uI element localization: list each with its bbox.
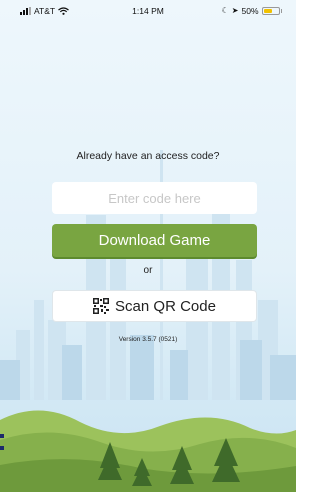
version-text: Version 3.5.7 (0521) (118, 336, 178, 343)
download-game-button[interactable]: Download Game (52, 224, 257, 257)
scan-qr-code-label: Scan QR Code (115, 297, 216, 315)
access-code-prompt: Already have an access code? (76, 150, 220, 162)
location-icon: ➤ (231, 6, 239, 15)
battery-icon (261, 7, 280, 15)
qr-code-icon (93, 298, 110, 314)
battery-percent: 50% (241, 6, 259, 16)
status-bar-right: ☾ ➤ 50% (222, 4, 282, 18)
scan-qr-code-button[interactable]: Scan QR Code (52, 290, 257, 322)
moon-icon: ☾ (221, 6, 229, 15)
hills-and-trees-illustration (0, 410, 296, 492)
or-divider-text: or (143, 265, 153, 276)
app-screen: AT&T 1:14 PM ☾ ➤ 50% Already have an acc… (0, 0, 296, 492)
access-code-input[interactable] (52, 182, 257, 214)
edge-marker (0, 428, 8, 458)
